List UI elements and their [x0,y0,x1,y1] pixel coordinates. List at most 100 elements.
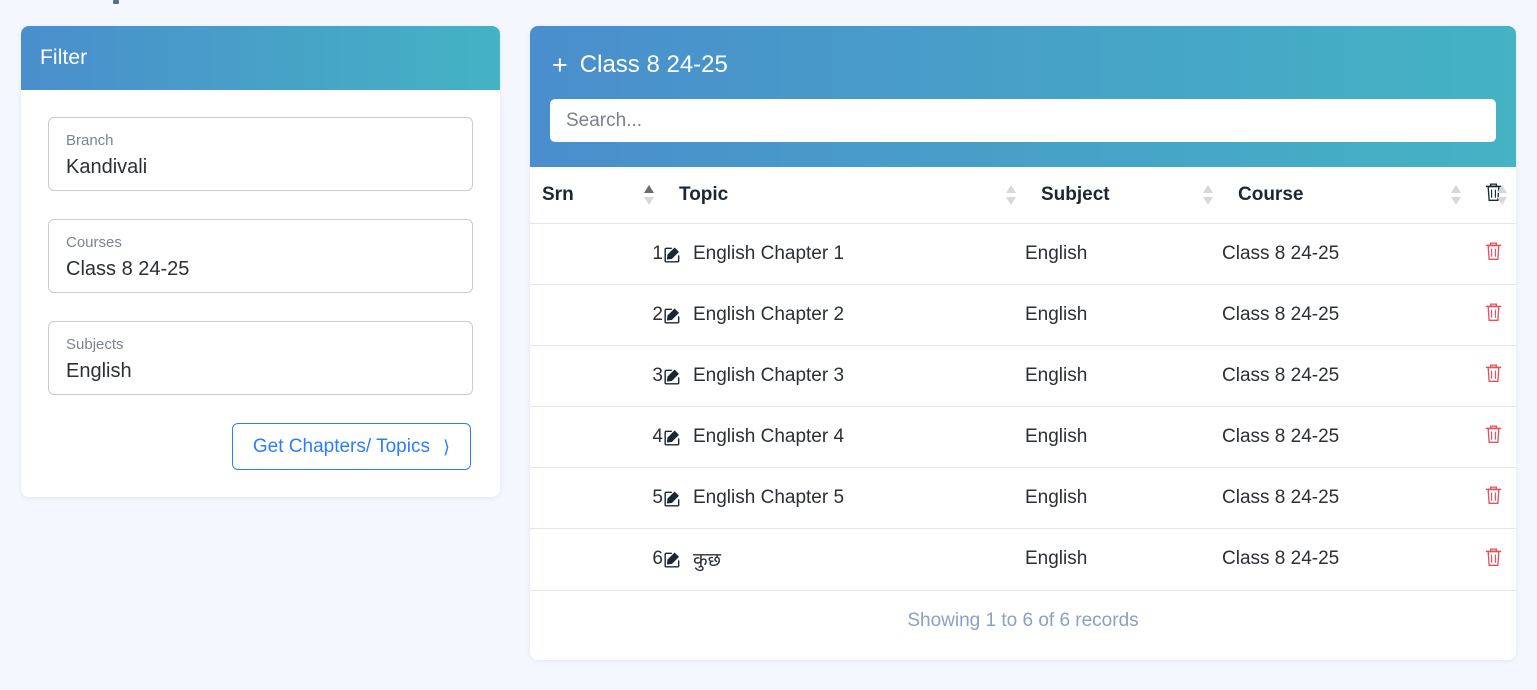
cell-subject: English [1025,406,1222,468]
table-body: 1 English Chapter 1 English Class 8 24-2… [530,223,1516,590]
cell-topic: English Chapter 2 [663,284,1025,346]
app-page: Filter Branch Kandivali Courses Class 8 … [0,0,1537,690]
cell-course: Class 8 24-25 [1222,467,1470,529]
edit-pencil-square-icon[interactable] [663,550,682,569]
records-count-label: Showing 1 to 6 of 6 records [907,609,1139,631]
search-input[interactable] [550,99,1496,142]
cell-topic: English Chapter 5 [663,467,1025,529]
row-delete-icon[interactable] [1482,545,1504,569]
table-row: 3 English Chapter 3 English Class 8 24-2… [530,345,1516,407]
sort-arrows-topic[interactable] [1006,184,1017,206]
cell-course: Class 8 24-25 [1222,528,1470,590]
col-header-subject[interactable]: Subject [1025,167,1222,224]
edit-pencil-square-icon[interactable] [663,245,682,264]
cell-subject: English [1025,223,1222,285]
col-header-course[interactable]: Course [1222,167,1470,224]
table-footer: Showing 1 to 6 of 6 records [530,589,1516,651]
search-wrapper [550,99,1496,142]
col-header-srn-label: Srn [542,184,574,205]
courses-label: Courses [66,234,122,251]
col-header-course-label: Course [1238,184,1304,205]
cell-topic-label: English Chapter 2 [693,304,845,325]
cell-delete [1470,345,1516,407]
cell-topic: English Chapter 3 [663,345,1025,407]
cell-course: Class 8 24-25 [1222,223,1470,285]
table-header: Srn Topic Subject Course [530,167,1516,224]
cell-delete [1470,406,1516,468]
filter-card-body: Branch Kandivali Courses Class 8 24-25 S… [21,90,500,470]
branch-value: Kandivali [66,156,148,178]
cell-srn: 2 [530,284,663,346]
table-title: Class 8 24-25 [579,51,728,78]
row-delete-icon[interactable] [1482,362,1504,386]
table-row: 2 English Chapter 2 English Class 8 24-2… [530,284,1516,346]
edit-pencil-square-icon[interactable] [663,306,682,325]
cell-delete [1470,223,1516,285]
col-header-srn[interactable]: Srn [530,167,663,224]
branch-field[interactable]: Branch Kandivali [48,117,473,191]
cell-delete [1470,284,1516,346]
filter-card: Filter Branch Kandivali Courses Class 8 … [21,26,500,497]
sort-arrows-delete[interactable] [1497,184,1508,206]
edit-pencil-square-icon[interactable] [663,367,682,386]
add-topic-icon[interactable]: + [552,52,568,79]
col-header-delete[interactable] [1470,167,1516,224]
cell-delete [1470,467,1516,529]
cell-topic-label: English Chapter 1 [693,243,845,264]
table-row: 6 कुछ English Class 8 24-25 [530,528,1516,590]
cell-srn: 5 [530,467,663,529]
chevron-right-icon: ⟩ [442,436,450,457]
cell-delete [1470,528,1516,590]
cell-topic-label: English Chapter 4 [693,426,845,447]
cell-course: Class 8 24-25 [1222,345,1470,407]
cell-srn: 4 [530,406,663,468]
clipped-glyph [113,0,119,4]
cell-srn: 3 [530,345,663,407]
sort-arrows-subject[interactable] [1203,184,1214,206]
sort-arrows-course[interactable] [1451,184,1462,206]
col-header-subject-label: Subject [1041,184,1110,205]
courses-value: Class 8 24-25 [66,258,190,280]
cell-topic: English Chapter 4 [663,406,1025,468]
filter-actions: Get Chapters/ Topics ⟩ [48,423,473,470]
cell-topic-label: कुछ [693,550,721,572]
table-card-header: + Class 8 24-25 [530,26,1516,167]
get-chapters-topics-label: Get Chapters/ Topics [252,435,430,457]
courses-field[interactable]: Courses Class 8 24-25 [48,219,473,293]
row-delete-icon[interactable] [1482,484,1504,508]
edit-pencil-square-icon[interactable] [663,428,682,447]
col-header-topic-label: Topic [679,184,729,205]
subjects-label: Subjects [66,336,124,353]
row-delete-icon[interactable] [1482,423,1504,447]
topics-table: Srn Topic Subject Course 1 English Chapt… [530,167,1516,590]
table-header-row: Srn Topic Subject Course [530,167,1516,224]
table-row: 5 English Chapter 5 English Class 8 24-2… [530,467,1516,529]
filter-card-header: Filter [21,26,500,90]
table-row: 4 English Chapter 4 English Class 8 24-2… [530,406,1516,468]
cell-course: Class 8 24-25 [1222,406,1470,468]
subjects-field[interactable]: Subjects English [48,321,473,395]
get-chapters-topics-button[interactable]: Get Chapters/ Topics ⟩ [231,423,471,470]
cell-topic-label: English Chapter 3 [693,365,845,386]
cell-subject: English [1025,284,1222,346]
cell-topic-label: English Chapter 5 [693,487,845,508]
table-row: 1 English Chapter 1 English Class 8 24-2… [530,223,1516,285]
cell-topic: कुछ [663,528,1025,590]
cell-subject: English [1025,345,1222,407]
cell-srn: 1 [530,223,663,285]
topics-table-card: + Class 8 24-25 Srn Topic [530,26,1516,660]
cell-topic: English Chapter 1 [663,223,1025,285]
branch-label: Branch [66,132,114,149]
cell-subject: English [1025,467,1222,529]
cell-srn: 6 [530,528,663,590]
table-title-row: + Class 8 24-25 [550,26,1496,79]
sort-arrows-srn[interactable] [644,184,655,206]
cell-subject: English [1025,528,1222,590]
filter-title: Filter [40,46,88,69]
cell-course: Class 8 24-25 [1222,284,1470,346]
row-delete-icon[interactable] [1482,301,1504,325]
col-header-topic[interactable]: Topic [663,167,1025,224]
subjects-value: English [66,360,132,382]
row-delete-icon[interactable] [1482,240,1504,264]
edit-pencil-square-icon[interactable] [663,489,682,508]
